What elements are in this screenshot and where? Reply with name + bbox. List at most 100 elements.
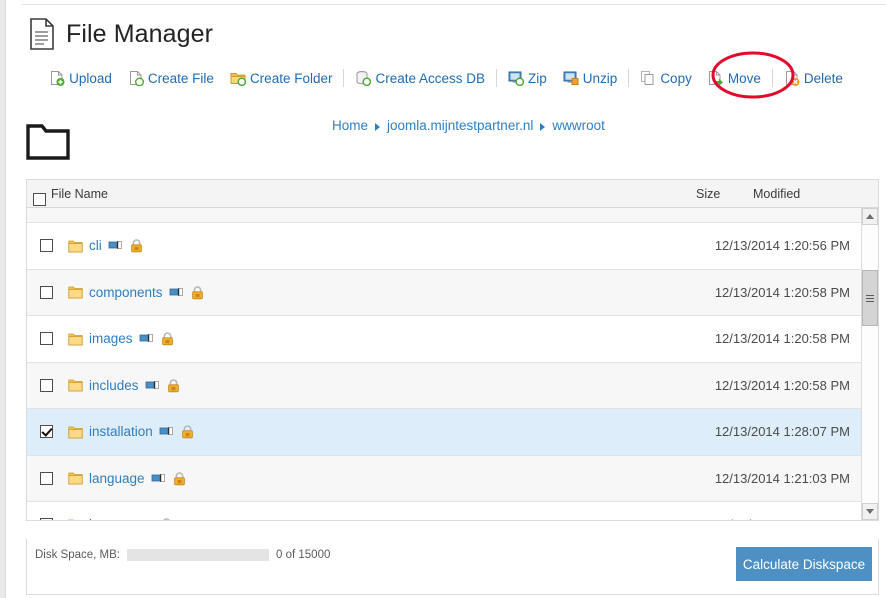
rename-icon[interactable] [145,378,160,393]
breadcrumb-item-home[interactable]: Home [332,118,368,133]
move-label: Move [727,70,761,86]
toolbar-separator [496,69,498,87]
toolbar-separator [628,69,630,87]
create-db-icon [355,70,372,86]
toolbar-separator [343,69,345,87]
unzip-icon [563,70,579,86]
file-name-link[interactable]: components [89,285,163,300]
modified-cell: 12/13/2014 1:20:58 PM [714,284,850,300]
column-header-size[interactable]: Size [696,187,720,201]
folder-icon [68,518,83,520]
disk-space-info: Disk Space, MB: 0 of 15000 [35,549,330,561]
folder-icon [68,239,83,253]
create-file-icon [128,70,144,86]
create-folder-button[interactable]: Create Folder [222,70,341,86]
row-checkbox[interactable] [40,378,53,392]
file-grid-header: File Name Size Modified [27,179,878,208]
column-header-modified[interactable]: Modified [753,187,800,201]
table-row[interactable]: images 12/13/2014 1:20:58 PM [27,316,878,363]
grid-footer: Disk Space, MB: 0 of 15000 Calculate Dis… [26,539,879,595]
row-checkbox[interactable] [40,285,53,299]
file-manager-page: File Manager Upload Create File Create F… [6,5,886,598]
row-checkbox[interactable] [40,239,53,253]
file-name-link[interactable]: installation [89,424,153,439]
create-access-db-label: Create Access DB [375,70,486,86]
toolbar-separator [771,69,773,87]
table-row[interactable]: language 12/13/2014 1:21:03 PM [27,455,878,502]
chevron-right-icon [540,122,546,131]
folder-icon [68,332,83,346]
vertical-scrollbar[interactable] [861,208,878,520]
scroll-down-button[interactable] [862,503,878,520]
unzip-button[interactable]: Unzip [555,70,626,86]
disk-space-usage: 0 of 15000 [276,549,331,561]
move-button[interactable]: Move [700,70,769,86]
disk-space-label: Disk Space, MB: [35,549,120,561]
create-folder-icon [230,70,246,86]
modified-cell: 12/13/2014 1:20:58 PM [714,377,850,393]
grid-spacer-row [27,208,878,223]
grip-icon [866,293,874,304]
delete-button[interactable]: Delete [776,70,851,86]
modified-cell: 12/13/2014 1:20:58 PM [714,331,850,347]
lock-icon[interactable] [129,238,144,253]
file-name-cell: installation [68,424,195,439]
calculate-diskspace-button[interactable]: Calculate Diskspace [736,547,872,581]
breadcrumb-item-wwwroot[interactable]: wwwroot [552,118,605,133]
file-name-cell: images [68,331,175,346]
delete-label: Delete [803,70,843,86]
chevron-right-icon [375,122,381,131]
delete-icon [784,70,800,86]
row-checkbox[interactable] [40,332,53,346]
folder-icon [68,285,83,299]
unzip-label: Unzip [582,70,618,86]
select-all-checkbox[interactable] [33,193,46,206]
rename-icon[interactable] [159,424,174,439]
modified-cell: 12/13/2014 1:20:56 PM [714,238,850,254]
upload-label: Upload [69,70,112,86]
table-row[interactable]: cli 12/13/2014 1:20:56 PM [27,223,878,270]
create-file-button[interactable]: Create File [120,70,222,86]
upload-button[interactable]: Upload [41,70,120,86]
lock-icon[interactable] [190,285,205,300]
lock-icon[interactable] [160,331,175,346]
file-name-link[interactable]: includes [89,378,139,393]
lock-icon[interactable] [166,378,181,393]
table-row[interactable]: components 12/13/2014 1:20:58 PM [27,269,878,316]
file-name-link[interactable]: images [89,331,133,346]
row-checkbox[interactable] [40,425,53,439]
copy-icon [640,70,656,86]
row-checkbox[interactable] [40,518,53,520]
zip-button[interactable]: Zip [500,70,555,86]
rename-icon[interactable] [138,517,153,520]
file-name-cell: includes [68,378,181,393]
zip-icon [508,70,525,86]
create-file-label: Create File [147,70,214,86]
table-row[interactable]: includes 12/13/2014 1:20:58 PM [27,362,878,409]
rename-icon[interactable] [108,238,123,253]
breadcrumb: Home joomla.mijntestpartner.nl wwwroot [332,118,605,133]
scroll-up-button[interactable] [862,208,878,225]
copy-button[interactable]: Copy [632,70,700,86]
column-header-file-name[interactable]: File Name [51,187,108,201]
rename-icon[interactable] [169,285,184,300]
lock-icon[interactable] [180,424,195,439]
lock-icon[interactable] [172,471,187,486]
rename-icon[interactable] [139,331,154,346]
scrollbar-thumb[interactable] [862,270,878,326]
file-name-link[interactable]: cli [89,238,102,253]
create-access-db-button[interactable]: Create Access DB [347,70,493,86]
copy-label: Copy [660,70,692,86]
rename-icon[interactable] [151,471,166,486]
row-checkbox[interactable] [40,471,53,485]
file-grid-body: cli 12/13/2014 1:20:56 PM components 12/… [27,208,878,520]
file-name-link[interactable]: layouts [89,517,132,520]
lock-icon[interactable] [159,517,174,520]
table-row[interactable]: layouts 12/13/2014 1:21:05 PM [27,502,878,520]
page-title: File Manager [66,19,214,48]
file-name-link[interactable]: language [89,471,145,486]
file-name-cell: components [68,285,205,300]
table-row[interactable]: installation 12/13/2014 1:28:07 PM [27,409,878,456]
breadcrumb-item-domain[interactable]: joomla.mijntestpartner.nl [387,118,533,133]
folder-icon [68,425,83,439]
